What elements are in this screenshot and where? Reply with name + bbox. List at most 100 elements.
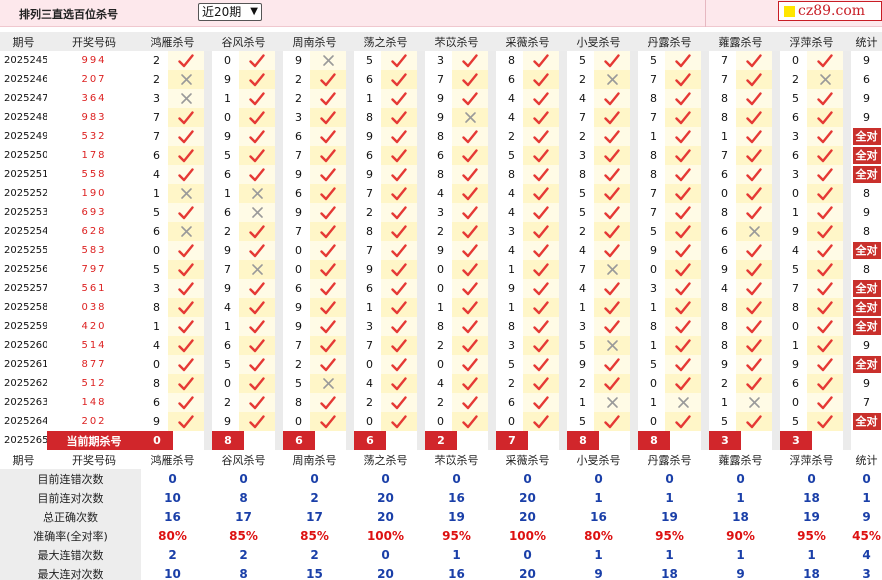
kill-digit-cell: 9: [650, 244, 657, 257]
column-separator: [275, 431, 283, 450]
current-kill-badge: 8: [212, 431, 244, 450]
check-icon: [817, 281, 833, 295]
column-separator: [346, 70, 354, 89]
column-gap: [843, 507, 851, 526]
column-separator: [204, 108, 212, 127]
col-header-expert: 周南杀号: [283, 450, 346, 469]
kill-digit-cell: 3: [366, 320, 373, 333]
draw-result-cell: 190: [81, 188, 107, 199]
kill-digit-cell: 0: [153, 358, 160, 371]
summary-value: 80%: [584, 528, 613, 543]
period-cell: 2025247: [4, 93, 47, 104]
kill-result-mark: [665, 412, 701, 431]
column-separator: [772, 241, 780, 260]
kill-result-mark: [736, 203, 772, 222]
col-header-expert: 蕹露杀号: [709, 450, 772, 469]
kill-digit-cell: 1: [792, 206, 799, 219]
summary-stat-value: 45%: [852, 528, 881, 543]
summary-value: 19: [661, 509, 678, 524]
column-separator: [630, 298, 638, 317]
kill-result-mark: [665, 260, 701, 279]
period-cell: 2025257: [4, 283, 47, 294]
cross-icon: [606, 74, 618, 85]
kill-digit-cell: 4: [508, 206, 515, 219]
column-gap: [204, 545, 212, 564]
column-separator: [275, 51, 283, 70]
kill-result-mark: [310, 89, 346, 108]
column-separator: [275, 203, 283, 222]
summary-value: 2: [310, 490, 319, 505]
check-icon: [391, 129, 407, 143]
check-icon: [249, 281, 265, 295]
summary-value: 16: [448, 490, 465, 505]
kill-digit-cell: 0: [437, 282, 444, 295]
column-gap: [772, 526, 780, 545]
kill-digit-cell: 8: [437, 320, 444, 333]
logo-square-icon: [784, 6, 795, 17]
kill-result-mark: [594, 203, 630, 222]
kill-digit-cell: 3: [295, 111, 302, 124]
summary-value: 1: [736, 490, 745, 505]
kill-result-mark: [807, 336, 843, 355]
col-header-expert: 浮萍杀号: [780, 450, 843, 469]
kill-result-mark: [665, 393, 701, 412]
stat-cell: 全对: [851, 279, 882, 298]
cross-icon: [180, 74, 192, 85]
kill-result-mark: [594, 336, 630, 355]
period-cell: 2025252: [4, 188, 47, 199]
draw-result-cell: 038: [81, 302, 107, 313]
period-range-select[interactable]: 近20期 ▼: [198, 3, 262, 21]
kill-digit-cell: 8: [366, 225, 373, 238]
column-separator: [346, 203, 354, 222]
column-gap: [559, 564, 567, 580]
kill-digit-cell: 9: [295, 168, 302, 181]
kill-result-mark: [310, 70, 346, 89]
kill-result-mark: [665, 317, 701, 336]
draw-result-cell: 202: [81, 416, 107, 427]
kill-result-mark: [523, 184, 559, 203]
kill-digit-cell: 4: [437, 377, 444, 390]
kill-digit-cell: 1: [224, 320, 231, 333]
check-icon: [746, 91, 762, 105]
check-icon: [746, 72, 762, 86]
column-separator: [346, 336, 354, 355]
column-separator: [346, 184, 354, 203]
check-icon: [746, 53, 762, 67]
kill-result-mark: [736, 165, 772, 184]
column-separator: [772, 374, 780, 393]
column-gap: [559, 545, 567, 564]
column-separator: [488, 298, 496, 317]
summary-value: 0: [381, 471, 390, 486]
kill-digit-cell: 5: [579, 206, 586, 219]
draw-result-cell: 532: [81, 131, 107, 142]
check-icon: [675, 243, 691, 257]
kill-result-mark: [594, 298, 630, 317]
check-icon: [533, 167, 549, 181]
check-icon: [675, 414, 691, 428]
kill-digit-cell: 6: [224, 339, 231, 352]
kill-digit-cell: 5: [153, 206, 160, 219]
kill-result-mark: [239, 89, 275, 108]
column-separator: [417, 450, 425, 469]
kill-digit-cell: 3: [508, 225, 515, 238]
current-kill-badge: 6: [354, 431, 386, 450]
check-icon: [462, 262, 478, 276]
col-header-expert: 芣苡杀号: [425, 32, 488, 51]
site-logo[interactable]: cz89.com: [778, 1, 882, 21]
kill-result-mark: [594, 89, 630, 108]
kill-result-mark: [239, 355, 275, 374]
summary-value: 20: [519, 566, 536, 580]
cross-icon: [606, 340, 618, 351]
table-row: 2025255 583 0 9 0 7 9 4 4 9 6 4 全对: [0, 241, 882, 260]
column-separator: [701, 279, 709, 298]
kill-result-mark: [736, 279, 772, 298]
check-icon: [178, 110, 194, 124]
summary-value: 0: [736, 471, 745, 486]
kill-digit-cell: 9: [721, 263, 728, 276]
column-separator: [701, 393, 709, 412]
check-icon: [320, 338, 336, 352]
kill-result-mark: [381, 260, 417, 279]
check-icon: [320, 319, 336, 333]
column-separator: [346, 89, 354, 108]
kill-result-mark: [736, 355, 772, 374]
